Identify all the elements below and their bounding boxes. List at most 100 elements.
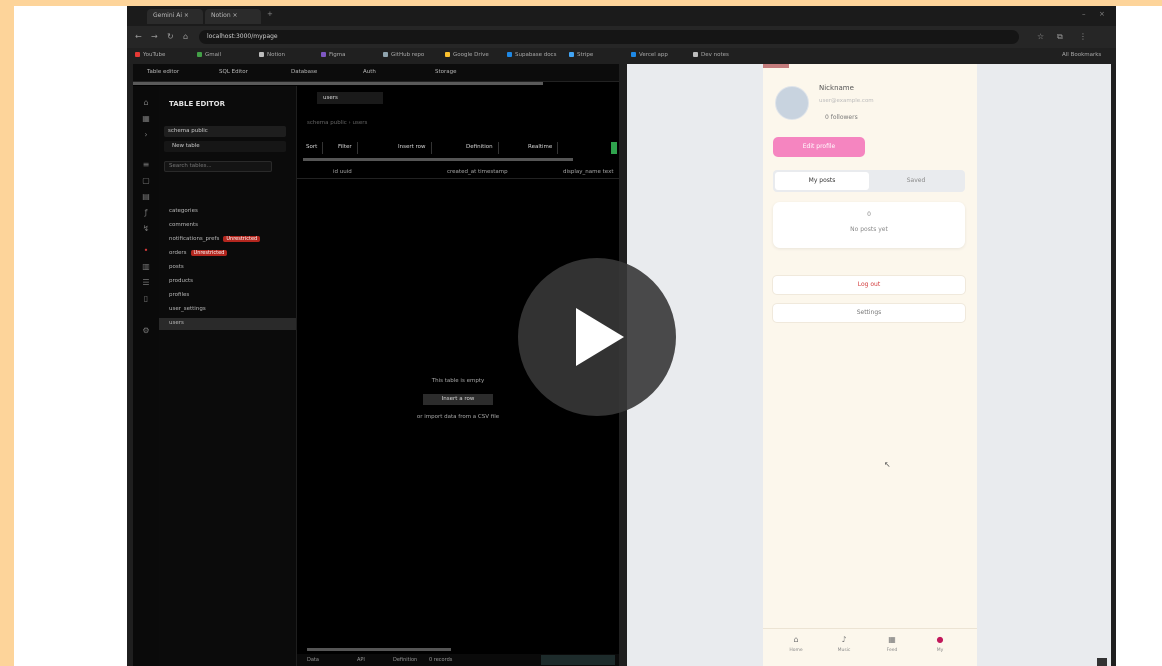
- segment-my-posts[interactable]: My posts: [775, 172, 869, 190]
- edit-profile-button[interactable]: Edit profile: [773, 137, 865, 157]
- avatar[interactable]: [775, 86, 809, 120]
- bookmark-item[interactable]: Google Drive: [445, 52, 489, 58]
- editor-toolbar-item[interactable]: Auth: [363, 69, 376, 75]
- back-icon[interactable]: ←: [135, 32, 142, 41]
- browser-tab[interactable]: Notion ×: [205, 9, 261, 24]
- bookmark-item[interactable]: GitHub repo: [383, 52, 424, 58]
- breadcrumb: schema public › users: [307, 120, 368, 126]
- status-item[interactable]: Definition: [393, 657, 417, 663]
- schema-select[interactable]: schema public: [164, 126, 286, 137]
- mouse-cursor-icon: ↖: [884, 460, 891, 469]
- status-item[interactable]: API: [357, 657, 365, 663]
- logs-icon[interactable]: ☰: [141, 278, 151, 288]
- function-icon[interactable]: ƒ: [141, 208, 151, 218]
- code-icon[interactable]: ›: [141, 130, 151, 140]
- bookmark-label: YouTube: [143, 52, 166, 58]
- sidebar-item-table[interactable]: profiles: [169, 292, 189, 298]
- new-tab-button[interactable]: +: [267, 10, 273, 18]
- reload-icon[interactable]: ↻: [167, 32, 174, 41]
- menu-icon[interactable]: ⋮: [1079, 32, 1087, 41]
- address-bar[interactable]: localhost:3000/mypage: [199, 30, 1019, 44]
- insert-indicator[interactable]: [611, 142, 617, 154]
- editor-toolbar-item[interactable]: Storage: [435, 69, 457, 75]
- sidebar-item-table[interactable]: comments: [169, 222, 198, 228]
- bookmark-favicon-icon: [197, 52, 202, 57]
- tab-users[interactable]: users: [317, 92, 383, 104]
- status-widget[interactable]: [541, 655, 615, 665]
- home-icon[interactable]: ⌂: [141, 98, 151, 108]
- sidebar-item-table[interactable]: user_settings: [169, 306, 206, 312]
- table-action-button[interactable]: Definition: [461, 142, 499, 154]
- realtime-icon[interactable]: ↯: [141, 224, 151, 234]
- sidebar-item-table[interactable]: users: [159, 318, 296, 330]
- table-action-button[interactable]: Sort: [301, 142, 324, 154]
- home-icon[interactable]: ⌂: [183, 32, 188, 41]
- table-explorer: TABLE EDITOR schema public New table Sea…: [159, 86, 297, 666]
- bookmark-label: Stripe: [577, 52, 594, 58]
- bookmark-item[interactable]: Notion: [259, 52, 285, 58]
- reports-icon[interactable]: ▥: [141, 262, 151, 272]
- alert-icon[interactable]: •: [141, 246, 151, 256]
- bookmark-favicon-icon: [507, 52, 512, 57]
- logout-button[interactable]: Log out: [773, 276, 965, 294]
- forward-icon[interactable]: →: [151, 32, 158, 41]
- table-action-button[interactable]: Insert row: [393, 142, 432, 154]
- bookmark-star-icon[interactable]: ☆: [1037, 32, 1044, 41]
- minimize-icon[interactable]: –: [1082, 10, 1086, 18]
- bookmark-item[interactable]: Vercel app: [631, 52, 668, 58]
- tabbar-item[interactable]: ♪ Music: [829, 635, 859, 653]
- extensions-icon[interactable]: ⧉: [1057, 32, 1063, 42]
- bookmark-label: Gmail: [205, 52, 222, 58]
- editor-toolbar-item[interactable]: SQL Editor: [219, 69, 248, 75]
- segment-control: My posts Saved: [773, 170, 965, 192]
- database-icon[interactable]: ≡: [141, 160, 151, 170]
- bookmark-item[interactable]: YouTube: [135, 52, 165, 58]
- table-actions: Sort Filter Insert row Definition Realtime: [301, 140, 617, 156]
- bookmark-label: Google Drive: [453, 52, 489, 58]
- settings-icon[interactable]: ⚙: [141, 326, 151, 336]
- tabbar-item[interactable]: ● My: [925, 635, 955, 653]
- sidebar-item-table[interactable]: posts: [169, 264, 184, 270]
- sidebar-item-table[interactable]: orders Unrestricted: [169, 250, 228, 256]
- sidebar-item-table[interactable]: categories: [169, 208, 198, 214]
- sidebar-item-table[interactable]: notifications_prefs Unrestricted: [169, 236, 261, 242]
- video-frame: Gemini Ai × Notion × + – × ← → ↻ ⌂ local…: [0, 0, 1162, 666]
- column-header[interactable]: display_name text: [563, 169, 613, 175]
- new-table-button[interactable]: New table: [164, 141, 286, 152]
- bookmark-item[interactable]: Dev notes: [693, 52, 729, 58]
- bookmark-item[interactable]: Figma: [321, 52, 346, 58]
- horizontal-scrollbar[interactable]: [303, 158, 573, 161]
- status-badge: Unrestricted: [190, 250, 228, 256]
- lock-icon[interactable]: ▢: [141, 176, 151, 186]
- close-icon[interactable]: ×: [1099, 10, 1105, 18]
- profile-name: Nickname: [819, 84, 854, 92]
- segment-saved[interactable]: Saved: [869, 172, 963, 190]
- column-header[interactable]: created_at timestamp: [447, 169, 508, 175]
- bookmark-item[interactable]: Supabase docs: [507, 52, 556, 58]
- tab-label: My: [936, 648, 944, 653]
- editor-toolbar-item[interactable]: Table editor: [147, 69, 179, 75]
- settings-button[interactable]: Settings: [773, 304, 965, 322]
- table-name: categories: [169, 208, 198, 214]
- editor-toolbar-item[interactable]: Database: [291, 69, 317, 75]
- status-item[interactable]: Data: [307, 657, 319, 663]
- storage-icon[interactable]: ▤: [141, 192, 151, 202]
- column-header[interactable]: id uuid: [333, 169, 352, 175]
- bottom-scrollbar[interactable]: [307, 648, 451, 651]
- table-action-button[interactable]: Filter: [333, 142, 358, 154]
- browser-tab[interactable]: Gemini Ai ×: [147, 9, 203, 24]
- table-name: orders: [169, 250, 187, 256]
- bookmark-item[interactable]: Stripe: [569, 52, 593, 58]
- sidebar-item-table[interactable]: products: [169, 278, 193, 284]
- all-bookmarks[interactable]: All Bookmarks: [1062, 52, 1101, 58]
- tabbar-item[interactable]: ⌂ Home: [781, 635, 811, 653]
- bookmark-favicon-icon: [445, 52, 450, 57]
- play-button[interactable]: [518, 258, 676, 416]
- bookmark-item[interactable]: Gmail: [197, 52, 221, 58]
- insert-row-button[interactable]: Insert a row: [423, 394, 493, 405]
- table-search-input[interactable]: Search tables...: [164, 161, 272, 172]
- tabbar-item[interactable]: ▦ Feed: [877, 635, 907, 653]
- table-action-button[interactable]: Realtime: [523, 142, 559, 154]
- docs-icon[interactable]: ▯: [141, 294, 151, 304]
- table-icon[interactable]: ▦: [141, 114, 151, 124]
